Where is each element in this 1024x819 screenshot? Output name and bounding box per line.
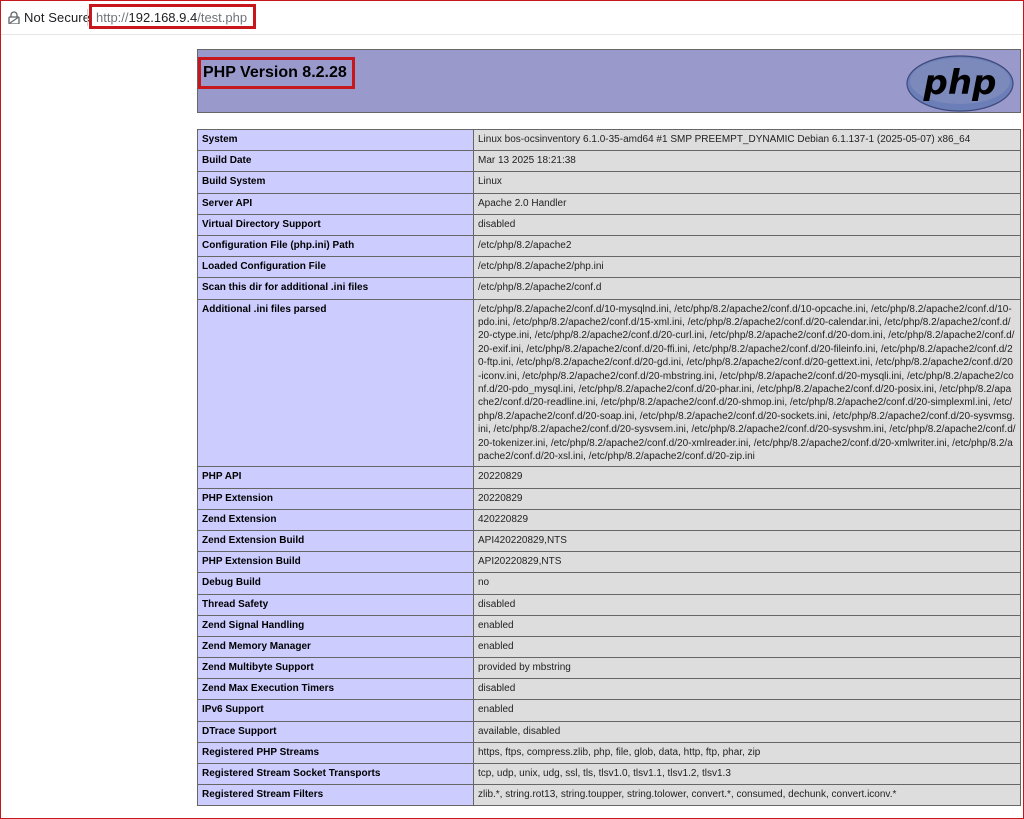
info-row: Configuration File (php.ini) Path/etc/ph…: [197, 234, 1021, 258]
info-row-label: Zend Extension: [197, 508, 474, 531]
info-row-label: Registered Stream Filters: [197, 784, 474, 807]
info-row: Zend Max Execution Timers disabled: [197, 678, 1021, 701]
info-row-label: Registered Stream Socket Transports: [197, 762, 474, 786]
info-row-value: available, disabled: [473, 720, 1021, 743]
info-row-label: Server API: [197, 192, 474, 215]
browser-window: Not Secure http://192.168.9.4/test.php P…: [0, 0, 1024, 819]
url-host: 192.168.9.4: [128, 10, 198, 25]
info-row-value: no: [473, 572, 1021, 595]
info-row-value: /etc/php/8.2/apache2/php.ini: [473, 256, 1021, 279]
info-row-label: Debug Build: [197, 572, 474, 595]
info-row: Zend Memory Manager enabled: [197, 635, 1021, 659]
info-row-label: Loaded Configuration File: [197, 256, 474, 279]
info-row: Zend Extension Build API420220829,NTS: [197, 529, 1021, 553]
info-row: Build Date Mar 13 2025 18:21:38: [197, 150, 1021, 173]
info-row-value: https, ftps, compress.zlib, php, file, g…: [473, 741, 1021, 765]
info-row-value: Mar 13 2025 18:21:38: [473, 150, 1021, 173]
info-row: Registered Stream Filters zlib.*, string.…: [197, 784, 1021, 807]
info-row: IPv6 Support enabled: [197, 699, 1021, 722]
info-row-label: PHP Extension: [197, 487, 474, 510]
info-row-value: Linux: [473, 171, 1021, 194]
info-row-label: Zend Signal Handling: [197, 614, 474, 637]
info-row: Debug Build no: [197, 572, 1021, 595]
info-row: PHP API 20220829: [197, 466, 1021, 489]
info-row: PHP Extension Build API20220829,NTS: [197, 551, 1021, 574]
info-row: Build System Linux: [197, 171, 1021, 194]
url-path: /test.php: [197, 10, 248, 25]
info-row-value: Linux bos-ocsinventory 6.1.0-35-amd64 #1…: [473, 128, 1021, 152]
info-row: Zend Multibyte Support provided by mbstri…: [197, 657, 1021, 680]
info-row-value: Apache 2.0 Handler: [473, 192, 1021, 215]
info-row: Virtual Directory Support disabled: [197, 213, 1021, 236]
info-row-label: Registered PHP Streams: [197, 741, 474, 765]
info-row-label: DTrace Support: [197, 720, 474, 743]
info-row-value: /etc/php/8.2/apache2/conf.d: [473, 277, 1021, 300]
info-row-value: /etc/php/8.2/apache2: [473, 234, 1021, 258]
info-row-label: Zend Multibyte Support: [197, 657, 474, 680]
info-row-label: Scan this dir for additional .ini files: [197, 277, 474, 300]
phpinfo-header: PHP Version 8.2.28 php: [197, 49, 1021, 113]
security-status-label[interactable]: Not Secure: [24, 10, 90, 25]
php-logo-text: php: [923, 63, 997, 103]
address-bar: Not Secure http://192.168.9.4/test.php: [1, 1, 1023, 35]
info-row: Thread Safety disabled: [197, 593, 1021, 616]
info-row-value: disabled: [473, 678, 1021, 701]
info-row-value: zlib.*, string.rot13, string.toupper, st…: [473, 784, 1021, 807]
info-row-value: 20220829: [473, 487, 1021, 510]
info-row-label: Zend Memory Manager: [197, 635, 474, 659]
info-row-label: Configuration File (php.ini) Path: [197, 234, 474, 258]
info-row-label: PHP API: [197, 466, 474, 489]
info-row: Additional .ini files parsed/etc/php/8.2…: [197, 298, 1021, 468]
info-row-value: API420220829,NTS: [473, 529, 1021, 553]
info-row: PHP Extension 20220829: [197, 487, 1021, 510]
url-field[interactable]: http://192.168.9.4/test.php: [96, 10, 247, 25]
info-row-value: disabled: [473, 213, 1021, 236]
info-row: Registered PHP Streams https, ftps, compr…: [197, 741, 1021, 765]
info-row-value: /etc/php/8.2/apache2/conf.d/10-mysqlnd.i…: [473, 298, 1021, 468]
info-row: DTrace Support available, disabled: [197, 720, 1021, 743]
info-row-label: Additional .ini files parsed: [197, 298, 474, 468]
info-row-label: System: [197, 128, 474, 152]
info-row-value: provided by mbstring: [473, 657, 1021, 680]
php-version-title: PHP Version 8.2.28: [203, 64, 347, 81]
info-row-label: PHP Extension Build: [197, 551, 474, 574]
info-row: Loaded Configuration File/etc/php/8.2/ap…: [197, 256, 1021, 279]
info-row-label: Build Date: [197, 150, 474, 173]
info-row-value: API20220829,NTS: [473, 551, 1021, 574]
url-scheme: http://: [96, 10, 129, 25]
info-row-value: enabled: [473, 635, 1021, 659]
info-row: Scan this dir for additional .ini files /…: [197, 277, 1021, 300]
info-row: Registered Stream Socket Transports tcp, …: [197, 762, 1021, 786]
phpinfo-table: System Linux bos-ocsinventory 6.1.0-35-am…: [197, 128, 1021, 807]
info-row-value: 420220829: [473, 508, 1021, 531]
phpinfo-table-body: System Linux bos-ocsinventory 6.1.0-35-am…: [197, 128, 1021, 807]
info-row: Zend Extension 420220829: [197, 508, 1021, 531]
info-row-label: Zend Extension Build: [197, 529, 474, 553]
info-row-value: enabled: [473, 614, 1021, 637]
info-row-label: IPv6 Support: [197, 699, 474, 722]
info-row: Server API Apache 2.0 Handler: [197, 192, 1021, 215]
lock-warning-icon[interactable]: [8, 11, 20, 24]
info-row-label: Thread Safety: [197, 593, 474, 616]
info-row-value: 20220829: [473, 466, 1021, 489]
info-row: System Linux bos-ocsinventory 6.1.0-35-am…: [197, 128, 1021, 152]
info-row-value: disabled: [473, 593, 1021, 616]
address-separator: [87, 9, 88, 26]
info-row: Zend Signal Handling enabled: [197, 614, 1021, 637]
info-row-label: Zend Max Execution Timers: [197, 678, 474, 701]
php-logo[interactable]: php: [906, 55, 1014, 112]
info-row-label: Build System: [197, 171, 474, 194]
info-row-value: enabled: [473, 699, 1021, 722]
info-row-label: Virtual Directory Support: [197, 213, 474, 236]
info-row-value: tcp, udp, unix, udg, ssl, tls, tlsv1.0, …: [473, 762, 1021, 786]
